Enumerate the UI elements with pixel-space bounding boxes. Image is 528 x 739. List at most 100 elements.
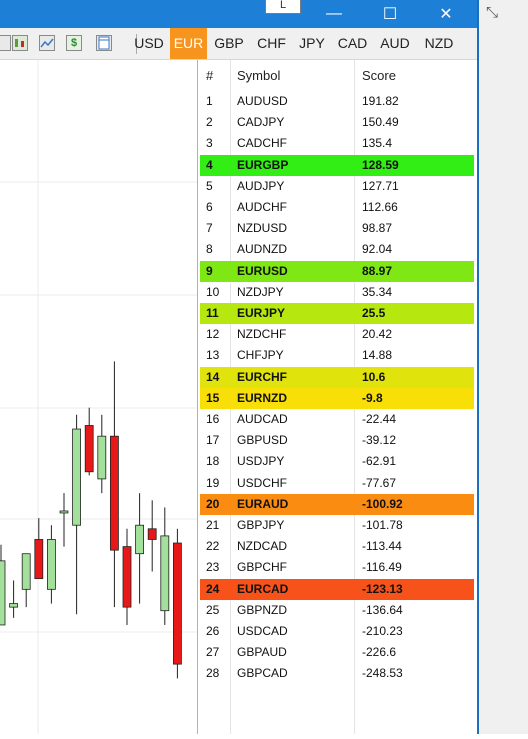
table-row[interactable]: 17 GBPUSD -39.12 (200, 430, 474, 451)
table-row[interactable]: 18 USDJPY -62.91 (200, 451, 474, 472)
line-chart-icon[interactable] (39, 35, 55, 51)
cell-score: -100.92 (362, 496, 403, 511)
candle-body (135, 524, 145, 555)
table-row[interactable]: 14 EURCHF 10.6 (200, 366, 474, 388)
cell-rank: 26 (206, 624, 220, 638)
table-row[interactable]: 19 USDCHF -77.67 (200, 473, 474, 494)
cell-rank: 14 (206, 369, 220, 384)
cell-rank: 6 (206, 200, 213, 214)
candle-body (172, 542, 182, 665)
cell-rank: 9 (206, 263, 213, 278)
ranking-panel: # Symbol Score 1 AUDUSD 191.82 2 CADJPY 150.4… (197, 60, 477, 734)
cell-score: -77.67 (362, 475, 397, 490)
cell-score: 25.5 (362, 306, 386, 320)
currency-cad-button[interactable]: CAD (334, 28, 371, 59)
cell-symbol: GBPCHF (237, 560, 288, 575)
table-row[interactable]: 20 EURAUD -100.92 (200, 493, 474, 515)
candle-body (0, 560, 6, 626)
cell-symbol: AUDCHF (237, 200, 287, 214)
table-row[interactable]: 15 EURNZD -9.8 (200, 387, 474, 409)
cell-symbol: USDCHF (237, 475, 287, 490)
table-row[interactable]: 3 CADCHF 135.4 (200, 133, 474, 154)
currency-usd-button[interactable]: USD (132, 28, 166, 59)
cell-symbol: EURUSD (237, 263, 288, 278)
dollar-icon[interactable]: $ (66, 35, 82, 51)
currency-chf-button[interactable]: CHF (253, 28, 290, 59)
table-row[interactable]: 1 AUDUSD 191.82 (200, 91, 474, 112)
cell-symbol: EURCAD (237, 581, 289, 596)
table-row[interactable]: 10 NZDJPY 35.34 (200, 282, 474, 303)
cell-rank: 18 (206, 454, 220, 469)
close-button[interactable]: ✕ (423, 0, 469, 28)
cell-symbol: NZDCAD (237, 539, 287, 554)
expand-arrows-icon[interactable]: ⤡ (486, 4, 498, 21)
candlestick-chart-icon[interactable] (12, 35, 28, 51)
cell-symbol: GBPNZD (237, 602, 288, 617)
cell-rank: 25 (206, 602, 220, 617)
cell-score: 35.34 (362, 284, 393, 299)
cell-symbol: GBPCAD (237, 666, 288, 681)
cell-symbol: GBPUSD (237, 433, 288, 448)
cell-score: -101.78 (362, 518, 403, 532)
cell-symbol: GBPAUD (237, 645, 287, 660)
settings-icon[interactable] (0, 35, 11, 51)
cell-score: 20.42 (362, 327, 393, 342)
cell-symbol: AUDNZD (237, 242, 287, 257)
table-row[interactable]: 9 EURUSD 88.97 (200, 260, 474, 282)
cell-score: -62.91 (362, 454, 397, 469)
cell-symbol: EURAUD (237, 496, 289, 511)
maximize-button[interactable]: ☐ (367, 0, 413, 28)
cell-symbol: NZDJPY (237, 284, 284, 299)
header-symbol[interactable]: Symbol (237, 60, 280, 91)
candle-body (59, 510, 69, 514)
cell-rank: 8 (206, 242, 213, 257)
cell-score: 92.04 (362, 242, 393, 257)
table-row[interactable]: 13 CHFJPY 14.88 (200, 345, 474, 366)
table-row[interactable]: 27 GBPAUD -226.6 (200, 642, 474, 663)
cell-rank: 23 (206, 560, 220, 575)
currency-nzd-button[interactable]: NZD (420, 28, 458, 59)
restore-tab-button[interactable]: L (265, 0, 301, 14)
table-row[interactable]: 11 EURJPY 25.5 (200, 303, 474, 324)
currency-eur-button[interactable]: EUR (170, 28, 207, 59)
cell-rank: 19 (206, 475, 220, 490)
cell-score: 112.66 (362, 200, 398, 214)
cell-rank: 27 (206, 645, 220, 660)
cell-rank: 2 (206, 115, 213, 130)
table-row[interactable]: 4 EURGBP 128.59 (200, 154, 474, 176)
table-row[interactable]: 28 GBPCAD -248.53 (200, 663, 474, 684)
cell-score: 135.4 (362, 136, 393, 151)
candle-body (21, 553, 31, 590)
table-row[interactable]: 12 NZDCHF 20.42 (200, 324, 474, 345)
table-row[interactable]: 5 AUDJPY 127.71 (200, 176, 474, 197)
header-rank[interactable]: # (206, 60, 213, 91)
header-score[interactable]: Score (362, 60, 396, 91)
table-row[interactable]: 2 CADJPY 150.49 (200, 112, 474, 133)
table-row[interactable]: 25 GBPNZD -136.64 (200, 600, 474, 621)
cell-score: -248.53 (362, 666, 403, 681)
cell-symbol: EURNZD (237, 390, 287, 405)
table-row[interactable]: 7 NZDUSD 98.87 (200, 218, 474, 239)
table-row[interactable]: 26 USDCAD -210.23 (200, 621, 474, 642)
table-row[interactable]: 22 NZDCAD -113.44 (200, 536, 474, 557)
candle-body (9, 603, 19, 608)
table-row[interactable]: 24 EURCAD -123.13 (200, 578, 474, 600)
price-chart[interactable] (0, 60, 197, 734)
currency-gbp-button[interactable]: GBP (211, 28, 247, 59)
currency-jpy-button[interactable]: JPY (295, 28, 329, 59)
cell-rank: 13 (206, 348, 220, 363)
table-row[interactable]: 6 AUDCHF 112.66 (200, 197, 474, 218)
candlestick-chart[interactable] (0, 60, 197, 734)
cell-rank: 3 (206, 136, 213, 151)
cell-score: -226.6 (362, 645, 397, 660)
cell-score: -9.8 (362, 390, 383, 405)
cell-symbol: NZDCHF (237, 327, 287, 342)
table-row[interactable]: 23 GBPCHF -116.49 (200, 557, 474, 578)
table-row[interactable]: 21 GBPJPY -101.78 (200, 515, 474, 536)
currency-aud-button[interactable]: AUD (376, 28, 414, 59)
table-row[interactable]: 8 AUDNZD 92.04 (200, 239, 474, 260)
template-icon[interactable] (96, 35, 112, 51)
cell-rank: 7 (206, 221, 213, 236)
table-row[interactable]: 16 AUDCAD -22.44 (200, 409, 474, 430)
minimize-button[interactable]: — (311, 0, 357, 28)
